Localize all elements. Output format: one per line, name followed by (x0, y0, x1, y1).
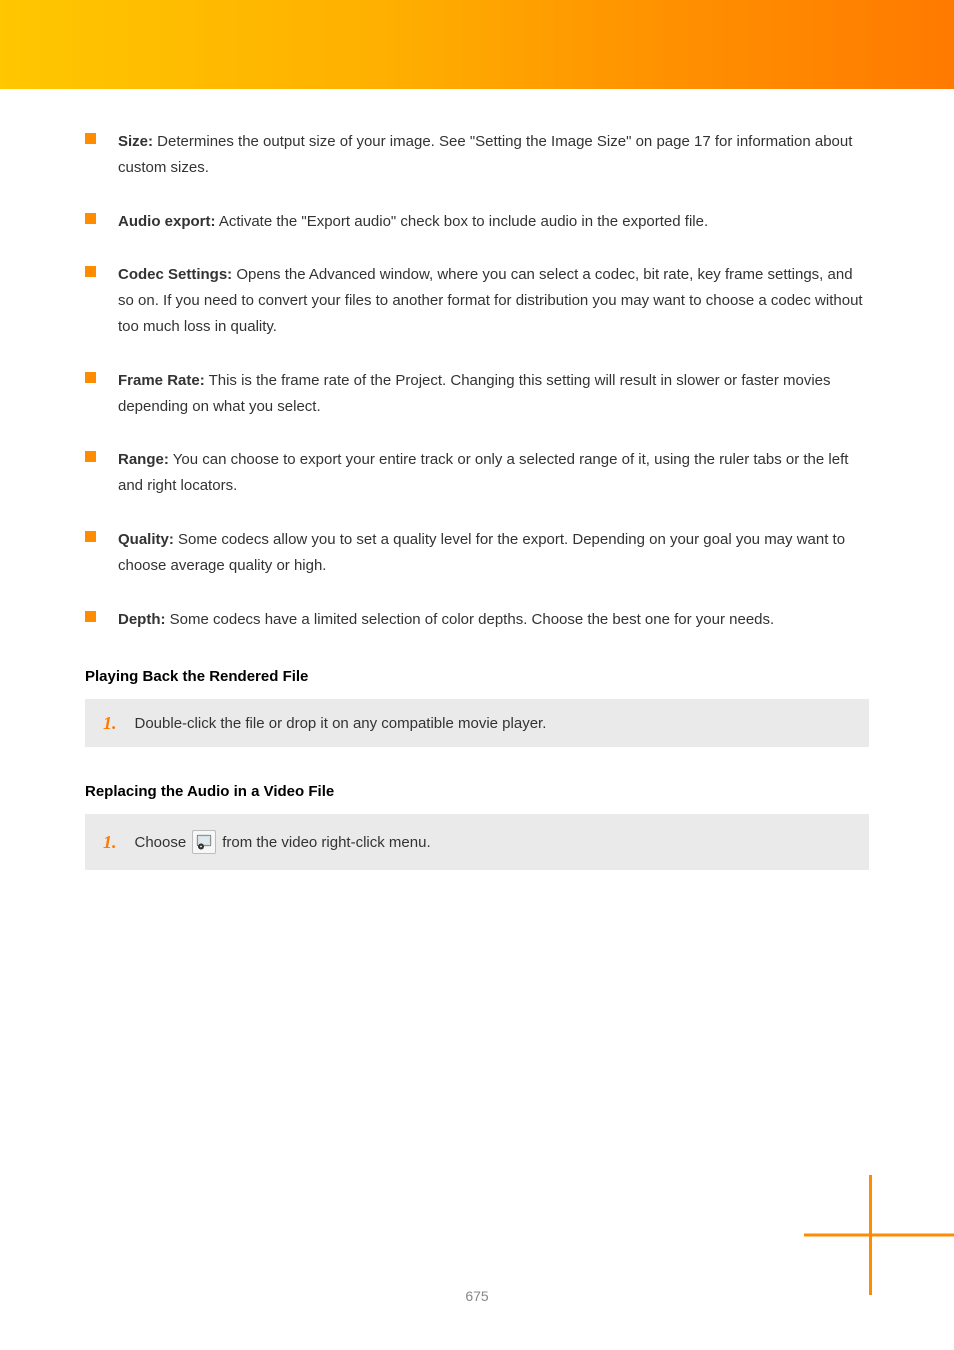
square-bullet-icon (85, 133, 96, 144)
list-item: Audio export: Activate the "Export audio… (85, 209, 869, 235)
step-row: 1. Double-click the file or drop it on a… (85, 699, 869, 747)
bullet-text: Codec Settings: Opens the Advanced windo… (118, 262, 869, 339)
bullet-text: Quality: Some codecs allow you to set a … (118, 527, 869, 579)
step-text: Choose from the video right-click menu. (135, 830, 431, 854)
step-text: Double-click the file or drop it on any … (135, 715, 547, 732)
square-bullet-icon (85, 372, 96, 383)
bullet-title: Codec Settings: (118, 266, 232, 283)
bullet-text: Size: Determines the output size of your… (118, 129, 869, 181)
bullet-title: Size: (118, 133, 153, 150)
square-bullet-icon (85, 451, 96, 462)
list-item: Range: You can choose to export your ent… (85, 447, 869, 499)
bullet-text: Range: You can choose to export your ent… (118, 447, 869, 499)
bullet-text: Depth: Some codecs have a limited select… (118, 607, 774, 633)
options-bullet-list: Size: Determines the output size of your… (85, 129, 869, 632)
section-heading-replace-audio: Replacing the Audio in a Video File (85, 783, 869, 800)
bullet-title: Audio export: (118, 213, 216, 230)
list-item: Codec Settings: Opens the Advanced windo… (85, 262, 869, 339)
page-content: Size: Determines the output size of your… (0, 89, 954, 870)
square-bullet-icon (85, 213, 96, 224)
step-text-post: from the video right-click menu. (222, 834, 430, 851)
bullet-text: Frame Rate: This is the frame rate of th… (118, 368, 869, 420)
page-number: 675 (465, 1288, 488, 1304)
header-gradient-bar (0, 0, 954, 89)
corner-plus-decoration (804, 1175, 954, 1295)
list-item: Depth: Some codecs have a limited select… (85, 607, 869, 633)
bullet-title: Frame Rate: (118, 372, 205, 389)
bullet-body: Determines the output size of your image… (118, 133, 852, 176)
step-row: 1. Choose from the video right-click men… (85, 814, 869, 870)
bullet-title: Quality: (118, 531, 174, 548)
square-bullet-icon (85, 266, 96, 277)
bullet-title: Depth: (118, 611, 166, 628)
list-item: Quality: Some codecs allow you to set a … (85, 527, 869, 579)
step-number: 1. (103, 832, 117, 853)
bullet-body: Some codecs have a limited selection of … (166, 611, 775, 628)
square-bullet-icon (85, 531, 96, 542)
bullet-text: Audio export: Activate the "Export audio… (118, 209, 708, 235)
bullet-body: You can choose to export your entire tra… (118, 451, 848, 494)
list-item: Frame Rate: This is the frame rate of th… (85, 368, 869, 420)
square-bullet-icon (85, 611, 96, 622)
bullet-title: Range: (118, 451, 169, 468)
section-heading-playback: Playing Back the Rendered File (85, 668, 869, 685)
step-text-pre: Choose (135, 834, 187, 851)
step-number: 1. (103, 713, 117, 734)
bullet-body: Some codecs allow you to set a quality l… (118, 531, 845, 574)
bullet-body: Activate the "Export audio" check box to… (216, 213, 709, 230)
bullet-body: This is the frame rate of the Project. C… (118, 372, 831, 415)
list-item: Size: Determines the output size of your… (85, 129, 869, 181)
replace-audio-icon (192, 830, 216, 854)
